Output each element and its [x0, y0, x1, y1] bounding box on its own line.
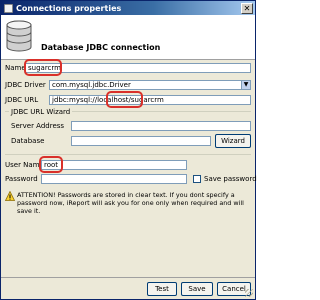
header-area: Database JDBC connection	[1, 15, 255, 59]
wizard-group-label: JDBC URL Wizard	[9, 108, 73, 116]
chevron-down-icon[interactable]: ▼	[241, 81, 250, 89]
title-bar[interactable]: Connections properties ✕	[1, 1, 255, 15]
wizard-button[interactable]: Wizard	[215, 134, 251, 148]
server-input[interactable]	[71, 121, 251, 131]
url-label: JDBC URL	[5, 96, 39, 104]
warning-icon	[5, 191, 15, 201]
resize-grip-icon[interactable]	[245, 289, 253, 297]
save-password-checkbox[interactable]	[193, 175, 201, 183]
test-button[interactable]: Test	[147, 282, 177, 296]
driver-value: com.mysql.jdbc.Driver	[52, 81, 131, 89]
driver-select[interactable]: com.mysql.jdbc.Driver ▼	[49, 80, 251, 90]
name-label: Name	[5, 64, 26, 72]
group-divider	[5, 154, 251, 155]
server-label: Server Address	[11, 122, 65, 130]
save-password-label: Save password	[204, 175, 257, 183]
database-label: Database	[11, 137, 45, 145]
username-highlight	[39, 156, 63, 173]
password-label: Password	[5, 175, 38, 183]
database-input[interactable]	[71, 136, 211, 146]
window-title: Connections properties	[16, 3, 122, 13]
header-title: Database JDBC connection	[41, 43, 161, 52]
name-highlight	[24, 59, 62, 76]
url-highlight	[106, 91, 143, 108]
window-icon	[4, 3, 13, 13]
database-icon	[6, 20, 32, 52]
warning-text: ATTENTION! Passwords are stored in clear…	[17, 191, 244, 215]
url-input[interactable]: jdbc:mysql://localhost/sugarcrm	[49, 95, 251, 105]
button-bar-separator	[1, 277, 255, 278]
driver-label: JDBC Driver	[5, 81, 46, 89]
close-button[interactable]: ✕	[241, 2, 253, 14]
save-button[interactable]: Save	[181, 282, 213, 296]
password-input[interactable]	[41, 174, 187, 184]
connection-properties-dialog: Connections properties ✕ Database JDBC c…	[0, 0, 257, 300]
